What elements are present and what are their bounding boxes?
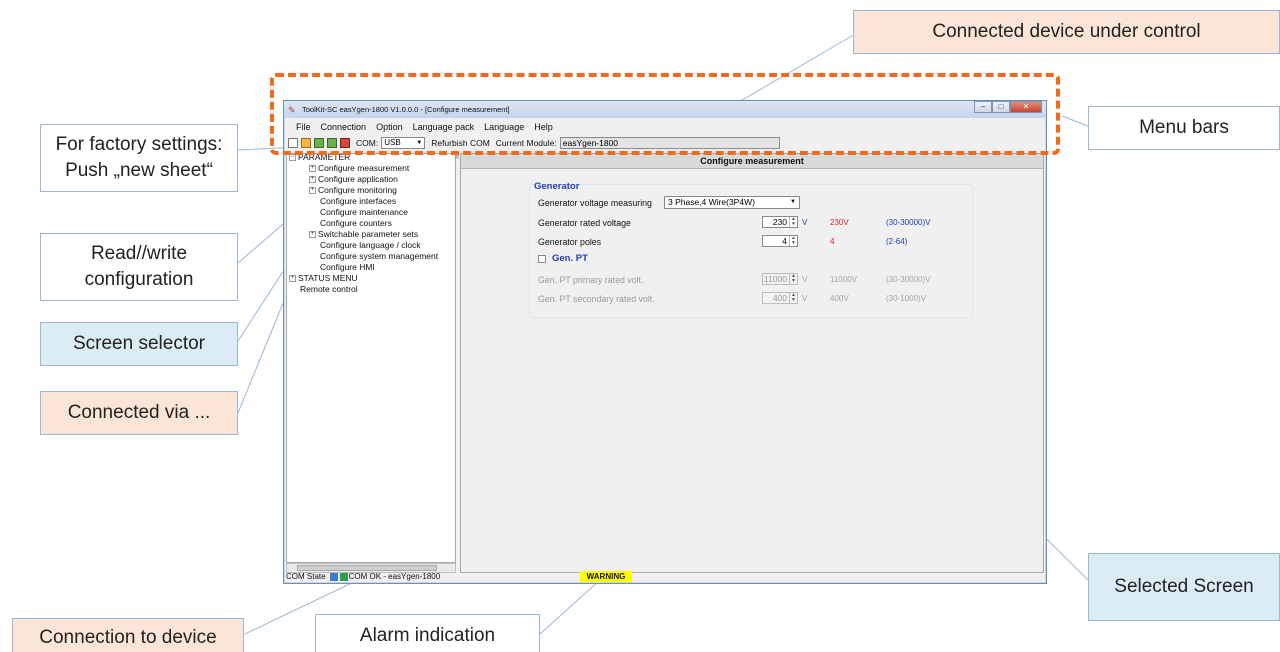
- pt-secondary-value: 400: [772, 293, 787, 303]
- rated-voltage-range: (30-30000)V: [886, 218, 931, 227]
- pt-primary-label: Gen. PT primary rated volt.: [538, 275, 644, 285]
- tree-item-measurement[interactable]: + Configure measurement: [309, 163, 409, 174]
- callout-factory-settings: For factory settings: Push „new sheet“: [40, 124, 238, 192]
- callout-menu-bars: Menu bars: [1088, 106, 1280, 150]
- tree-item-language-clock[interactable]: Configure language / clock: [320, 240, 421, 251]
- gen-pt-title: Gen. PT: [552, 253, 588, 264]
- voltage-measuring-value: 3 Phase,4 Wire(3P4W): [668, 197, 755, 207]
- tree-item-maintenance[interactable]: Configure maintenance: [320, 207, 408, 218]
- rated-voltage-label: Generator rated voltage: [538, 218, 631, 228]
- tree-remote-control[interactable]: Remote control: [300, 284, 358, 295]
- warning-indicator[interactable]: WARNING: [580, 571, 632, 582]
- rated-voltage-current: 230V: [830, 218, 849, 227]
- tree-item-label: Configure application: [318, 174, 398, 184]
- tree-status-menu-label: STATUS MENU: [298, 273, 358, 283]
- pt-primary-input[interactable]: 11000 ▲ ▼: [762, 273, 798, 285]
- spinner-icon[interactable]: ▲ ▼: [789, 217, 797, 227]
- pt-primary-range: (30-30000)V: [886, 275, 931, 284]
- gen-pt-checkbox[interactable]: [538, 255, 546, 263]
- voltage-measuring-label: Generator voltage measuring: [538, 198, 652, 208]
- tree-item-hmi[interactable]: Configure HMI: [320, 262, 375, 273]
- expand-icon[interactable]: +: [309, 165, 316, 173]
- spinner-icon[interactable]: ▲ ▼: [789, 236, 797, 246]
- pt-secondary-input[interactable]: 400 ▲ ▼: [762, 292, 798, 304]
- generator-title: Generator: [534, 181, 580, 192]
- rated-voltage-unit: V: [802, 218, 808, 227]
- selected-screen-panel: Configure measurement « Generator Genera…: [455, 152, 1044, 573]
- expand-icon[interactable]: +: [309, 176, 316, 184]
- callout-connected-device: Connected device under control: [853, 10, 1280, 54]
- tree-item-label: Switchable parameter sets: [318, 229, 419, 239]
- screen-selector-tree: − PARAMETER + Configure measurement + Confi…: [286, 153, 456, 563]
- panel-header: Configure measurement: [461, 154, 1043, 169]
- pt-secondary-unit: V: [802, 294, 808, 303]
- tree-item-label: Configure monitoring: [318, 185, 397, 195]
- toolkit-window: ✎ ToolKit-SC easYgen-1800 V1.0.0.0 - [Co…: [283, 100, 1047, 584]
- poles-input[interactable]: 4 ▲ ▼: [762, 235, 798, 247]
- tree-item-counters[interactable]: Configure counters: [320, 218, 392, 229]
- poles-value: 4: [782, 236, 787, 246]
- pt-primary-value: 11000: [763, 274, 787, 284]
- spinner-icon[interactable]: ▲ ▼: [789, 274, 797, 284]
- rated-voltage-value: 230: [772, 217, 787, 227]
- pt-primary-unit: V: [802, 275, 808, 284]
- expand-icon[interactable]: +: [289, 275, 296, 283]
- menu-bars-highlight: [270, 73, 1060, 155]
- tree-item-monitoring[interactable]: + Configure monitoring: [309, 185, 397, 196]
- tree-item-application[interactable]: + Configure application: [309, 174, 398, 185]
- voltage-measuring-select[interactable]: 3 Phase,4 Wire(3P4W) ▼: [664, 196, 800, 209]
- expand-icon[interactable]: +: [309, 231, 316, 239]
- com-state-value: COM OK - easYgen-1800: [348, 572, 441, 581]
- pt-secondary-range: (30-1000)V: [886, 294, 927, 303]
- tree-item-label: Configure measurement: [318, 163, 410, 173]
- tree-status-menu[interactable]: + STATUS MENU: [289, 273, 358, 284]
- chevron-down-icon: ▼: [790, 199, 796, 205]
- generator-group: Generator Generator voltage measuring 3 …: [529, 181, 973, 318]
- callout-read-write: Read//write configuration: [40, 233, 238, 301]
- rated-voltage-input[interactable]: 230 ▲ ▼: [762, 216, 798, 228]
- poles-range: (2-64): [886, 237, 908, 246]
- tree-item-interfaces[interactable]: Configure interfaces: [320, 196, 396, 207]
- expand-icon[interactable]: +: [309, 187, 316, 195]
- tree-item-parameter-sets[interactable]: + Switchable parameter sets: [309, 229, 418, 240]
- spinner-icon[interactable]: ▲ ▼: [789, 293, 797, 303]
- pt-secondary-label: Gen. PT secondary rated volt.: [538, 294, 655, 304]
- callout-screen-selector: Screen selector: [40, 322, 238, 366]
- poles-label: Generator poles: [538, 237, 602, 247]
- connection-icon: [339, 572, 348, 581]
- computer-icon: [329, 572, 338, 581]
- status-bar: COM State COM OK - easYgen-1800 WARNING: [286, 571, 1044, 582]
- callout-alarm-indication: Alarm indication: [315, 614, 540, 652]
- callout-selected-screen: Selected Screen: [1088, 553, 1280, 621]
- com-state-label: COM State: [286, 572, 326, 581]
- callout-connected-via: Connected via ...: [40, 391, 238, 435]
- pt-primary-current: 11000V: [830, 275, 857, 284]
- callout-connection-to-device: Connection to device: [12, 618, 244, 652]
- collapse-icon[interactable]: −: [289, 154, 296, 162]
- poles-current: 4: [830, 237, 835, 246]
- pt-secondary-current: 400V: [830, 294, 849, 303]
- tree-item-system-management[interactable]: Configure system management: [320, 251, 438, 262]
